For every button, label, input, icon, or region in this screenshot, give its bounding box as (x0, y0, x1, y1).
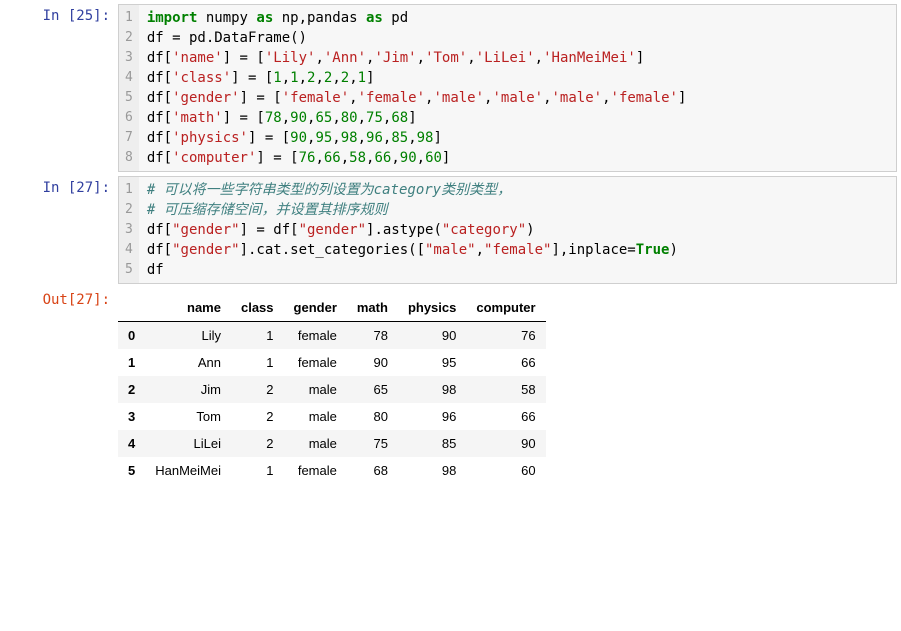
col-computer: computer (466, 294, 545, 322)
row-index: 5 (118, 457, 145, 484)
cell: 65 (347, 376, 398, 403)
cell: female (284, 322, 347, 350)
cell: 1 (231, 457, 284, 484)
input-cell-25: In [25]: 1 2 3 4 5 6 7 8 import numpy as… (4, 4, 897, 172)
cell: 96 (398, 403, 466, 430)
cell: 1 (231, 349, 284, 376)
table-row: 1Ann1female909566 (118, 349, 546, 376)
col-class: class (231, 294, 284, 322)
cell: 66 (466, 349, 545, 376)
output-area-27: name class gender math physics computer … (118, 288, 897, 488)
cell: 2 (231, 403, 284, 430)
cell: Jim (145, 376, 231, 403)
cell: 98 (398, 376, 466, 403)
code-27[interactable]: # 可以将一些字符串类型的列设置为category类别类型， # 可压缩存储空间… (139, 177, 686, 283)
cell: 68 (347, 457, 398, 484)
table-row: 2Jim2male659858 (118, 376, 546, 403)
cell: HanMeiMei (145, 457, 231, 484)
cell: 90 (466, 430, 545, 457)
cell: female (284, 349, 347, 376)
row-index: 2 (118, 376, 145, 403)
table-row: 0Lily1female789076 (118, 322, 546, 350)
cell: 66 (466, 403, 545, 430)
cell: 58 (466, 376, 545, 403)
prompt-in-27: In [27]: (4, 176, 118, 284)
table-row: 4LiLei2male758590 (118, 430, 546, 457)
cell: male (284, 430, 347, 457)
cell: 78 (347, 322, 398, 350)
col-physics: physics (398, 294, 466, 322)
cell: 60 (466, 457, 545, 484)
col-gender: gender (284, 294, 347, 322)
table-header-row: name class gender math physics computer (118, 294, 546, 322)
table-row: 3Tom2male809666 (118, 403, 546, 430)
row-index: 4 (118, 430, 145, 457)
row-index: 3 (118, 403, 145, 430)
row-index: 0 (118, 322, 145, 350)
col-name: name (145, 294, 231, 322)
col-math: math (347, 294, 398, 322)
input-cell-27: In [27]: 1 2 3 4 5 # 可以将一些字符串类型的列设置为cate… (4, 176, 897, 284)
prompt-in-25: In [25]: (4, 4, 118, 172)
cell: 98 (398, 457, 466, 484)
cell: Tom (145, 403, 231, 430)
code-area-27[interactable]: 1 2 3 4 5 # 可以将一些字符串类型的列设置为category类别类型，… (118, 176, 897, 284)
cell: male (284, 376, 347, 403)
cell: 95 (398, 349, 466, 376)
cell: 75 (347, 430, 398, 457)
dataframe-table: name class gender math physics computer … (118, 294, 546, 484)
cell: LiLei (145, 430, 231, 457)
cell: 90 (398, 322, 466, 350)
cell: 85 (398, 430, 466, 457)
cell: 76 (466, 322, 545, 350)
cell: 1 (231, 322, 284, 350)
cell: Ann (145, 349, 231, 376)
cell: 2 (231, 430, 284, 457)
gutter-25: 1 2 3 4 5 6 7 8 (119, 5, 139, 171)
table-row: 5HanMeiMei1female689860 (118, 457, 546, 484)
cell: female (284, 457, 347, 484)
col-index (118, 294, 145, 322)
output-cell-27: Out[27]: name class gender math physics … (4, 288, 897, 488)
code-area-25[interactable]: 1 2 3 4 5 6 7 8 import numpy as np,panda… (118, 4, 897, 172)
row-index: 1 (118, 349, 145, 376)
cell: male (284, 403, 347, 430)
cell: 2 (231, 376, 284, 403)
prompt-out-27: Out[27]: (4, 288, 118, 488)
code-25[interactable]: import numpy as np,pandas as pd df = pd.… (139, 5, 695, 171)
cell: 80 (347, 403, 398, 430)
cell: 90 (347, 349, 398, 376)
cell: Lily (145, 322, 231, 350)
gutter-27: 1 2 3 4 5 (119, 177, 139, 283)
